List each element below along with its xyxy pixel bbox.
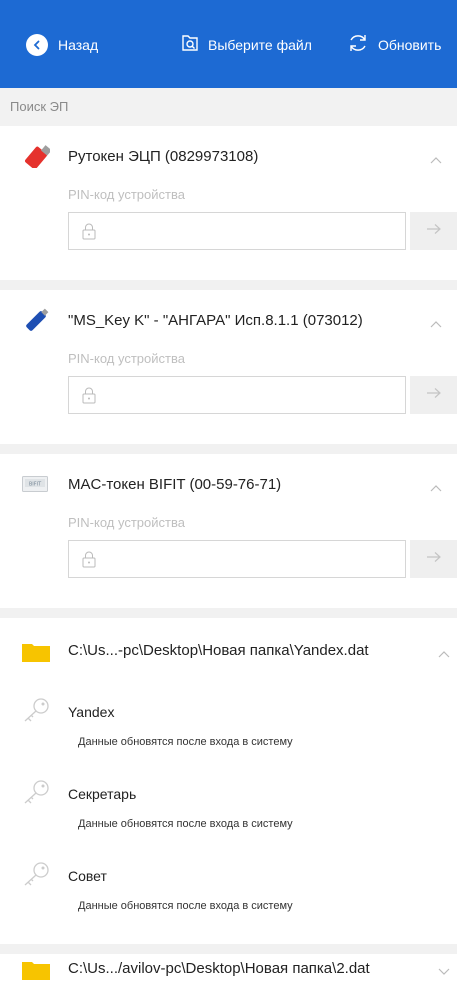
mac-token-icon: BIFIT: [22, 476, 48, 497]
lock-icon: [81, 386, 97, 409]
folder-icon: [22, 960, 50, 985]
choose-file-label: Выберите файл: [208, 37, 312, 53]
submit-pin-button[interactable]: [410, 376, 457, 414]
chevron-up-icon[interactable]: [437, 646, 451, 658]
key-name[interactable]: Секретарь: [68, 786, 136, 802]
key-icon: [22, 861, 52, 892]
pin-input[interactable]: [68, 540, 406, 578]
folder-icon: [22, 642, 50, 667]
key-icon: [22, 779, 52, 810]
chevron-up-icon[interactable]: [429, 152, 443, 164]
key-icon: [22, 697, 52, 728]
key-name[interactable]: Совет: [68, 868, 107, 884]
pin-input[interactable]: [68, 212, 406, 250]
search-bar[interactable]: Поиск ЭП: [0, 88, 457, 126]
token-title[interactable]: Рутокен ЭЦП (0829973108): [68, 148, 258, 165]
pin-input[interactable]: [68, 376, 406, 414]
chevron-down-icon[interactable]: [437, 964, 451, 975]
submit-pin-button[interactable]: [410, 540, 457, 578]
chevron-up-icon[interactable]: [429, 480, 443, 492]
section-divider: [0, 944, 457, 954]
section-divider: [0, 280, 457, 290]
section-divider: [0, 444, 457, 454]
back-label: Назад: [58, 37, 99, 53]
file-path[interactable]: C:\Us.../avilov-pc\Desktop\Новая папка\2…: [68, 960, 370, 977]
mac-token-icon-text: BIFIT: [29, 482, 42, 488]
pin-label: PIN-код устройства: [68, 515, 185, 530]
key-status: Данные обновятся после входа в систему: [78, 900, 293, 912]
pin-label: PIN-код устройства: [68, 351, 185, 366]
lock-icon: [81, 550, 97, 573]
key-status: Данные обновятся после входа в систему: [78, 818, 293, 830]
chevron-up-icon[interactable]: [429, 316, 443, 328]
search-label: Поиск ЭП: [10, 99, 69, 114]
section-divider: [0, 608, 457, 618]
key-status: Данные обновятся после входа в систему: [78, 736, 293, 748]
choose-file-button[interactable]: Выберите файл: [180, 34, 312, 56]
submit-pin-button[interactable]: [410, 212, 457, 250]
refresh-label: Обновить: [378, 37, 442, 53]
usb-token-red-icon: [22, 142, 52, 173]
arrow-right-icon: [426, 550, 442, 568]
pin-label: PIN-код устройства: [68, 187, 185, 202]
token-card: "MS_Key K" - "АНГАРА" Исп.8.1.1 (073012)…: [0, 290, 457, 444]
file-path[interactable]: C:\Us...-pc\Desktop\Новая папка\Yandex.d…: [68, 642, 369, 659]
arrow-right-icon: [426, 386, 442, 404]
key-file-card: C:\Us.../avilov-pc\Desktop\Новая папка\2…: [0, 954, 457, 987]
refresh-icon: [346, 31, 370, 60]
token-title[interactable]: "MS_Key K" - "АНГАРА" Исп.8.1.1 (073012): [68, 312, 363, 329]
top-toolbar: Назад Выберите файл Обновить: [0, 0, 457, 88]
usb-token-blue-icon: [22, 306, 50, 339]
refresh-button[interactable]: Обновить: [346, 32, 441, 58]
chevron-left-icon: [26, 34, 48, 56]
file-search-icon: [180, 33, 200, 58]
arrow-right-icon: [426, 222, 442, 240]
back-button[interactable]: Назад: [26, 34, 98, 56]
token-title[interactable]: MAC-токен BIFIT (00-59-76-71): [68, 476, 281, 493]
token-card: Рутокен ЭЦП (0829973108) PIN-код устройс…: [0, 126, 457, 280]
key-name[interactable]: Yandex: [68, 704, 114, 720]
key-file-card: C:\Us...-pc\Desktop\Новая папка\Yandex.d…: [0, 618, 457, 944]
lock-icon: [81, 222, 97, 245]
token-card: BIFIT MAC-токен BIFIT (00-59-76-71) PIN-…: [0, 454, 457, 608]
